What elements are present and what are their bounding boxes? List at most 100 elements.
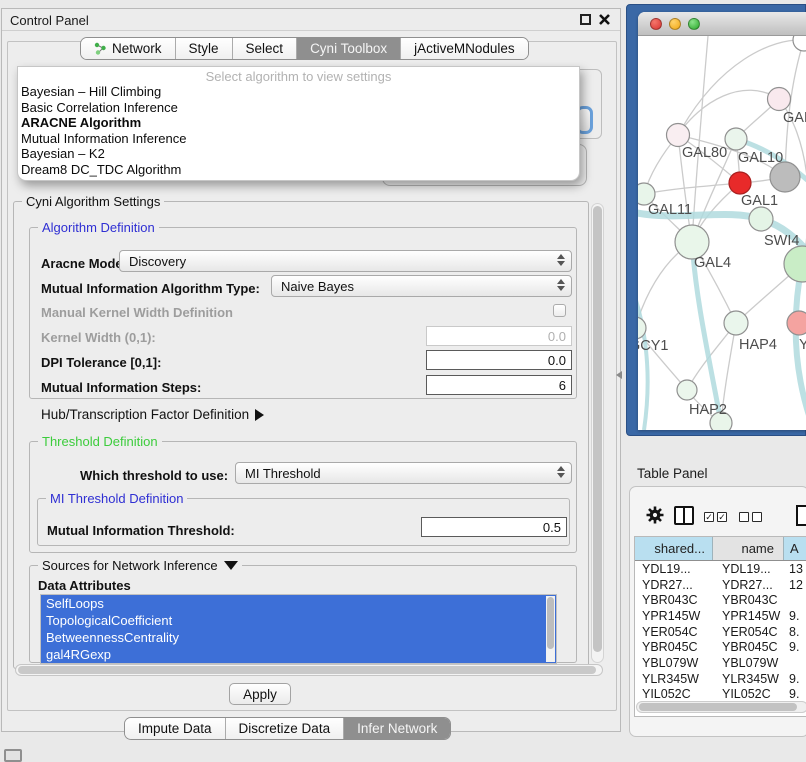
- table-cell[interactable]: YDL19...: [635, 562, 713, 576]
- table-cell[interactable]: YBR045C: [635, 640, 713, 654]
- tab-network[interactable]: Network: [81, 38, 176, 59]
- unchecked-checkbox-icon[interactable]: [739, 512, 749, 522]
- algorithm-option[interactable]: Mutual Information Inference: [18, 131, 579, 147]
- table-cell[interactable]: YIL052C: [635, 687, 713, 701]
- network-node[interactable]: [725, 128, 747, 150]
- table-row[interactable]: YBR043CYBR043C: [635, 592, 806, 608]
- table-row[interactable]: YPR145WYPR145W9.: [635, 608, 806, 624]
- table-horizontal-scrollbar[interactable]: [636, 701, 806, 713]
- network-node[interactable]: [677, 380, 697, 400]
- tab-discretize-data[interactable]: Discretize Data: [226, 718, 345, 739]
- network-window-titlebar[interactable]: [638, 12, 806, 36]
- settings-horizontal-scrollbar[interactable]: [15, 664, 603, 676]
- unchecked-checkbox-icon[interactable]: [752, 512, 762, 522]
- table-cell[interactable]: YLR345W: [635, 672, 713, 686]
- attribute-list-item[interactable]: TopologicalCoefficient: [41, 612, 556, 629]
- network-node[interactable]: [724, 311, 748, 335]
- mi-threshold-field[interactable]: 0.5: [421, 517, 567, 537]
- network-node[interactable]: [770, 162, 800, 192]
- attribute-list-item[interactable]: BetweennessCentrality: [41, 629, 556, 646]
- table-row[interactable]: YBL079WYBL079W: [635, 655, 806, 671]
- table-cell[interactable]: YDR27...: [713, 578, 784, 592]
- network-node[interactable]: [729, 172, 751, 194]
- table-row[interactable]: YIL052CYIL052C9.: [635, 687, 806, 703]
- close-traffic-light-icon[interactable]: [650, 18, 662, 30]
- attr-list-scrollbar[interactable]: [546, 596, 555, 662]
- table-cell[interactable]: 8.: [784, 625, 806, 639]
- dpi-tolerance-field[interactable]: 0.0: [426, 350, 572, 370]
- settings-vertical-scrollbar[interactable]: [591, 203, 604, 663]
- network-edge[interactable]: [785, 40, 804, 177]
- mi-algorithm-type-combo[interactable]: Naive Bayes: [271, 275, 572, 297]
- close-panel-icon[interactable]: [598, 13, 611, 26]
- sources-group-title[interactable]: Sources for Network Inference: [38, 558, 242, 573]
- data-attributes-list[interactable]: SelfLoopsTopologicalCoefficientBetweenne…: [40, 594, 557, 664]
- table-cell[interactable]: YBR045C: [713, 640, 784, 654]
- table-cell[interactable]: YPR145W: [635, 609, 713, 623]
- checked-checkbox-icon[interactable]: ✓: [717, 512, 727, 522]
- tab-jactivemnodules[interactable]: jActiveMNodules: [401, 38, 528, 59]
- network-node[interactable]: [787, 311, 806, 335]
- table-cell[interactable]: 9.: [784, 609, 806, 623]
- settings-hscroll-thumb[interactable]: [18, 666, 596, 674]
- table-cell[interactable]: 13: [784, 562, 806, 576]
- attribute-list-item[interactable]: gal4RGexp: [41, 646, 556, 663]
- collapsed-panel-icon[interactable]: [4, 749, 22, 762]
- column-split-icon[interactable]: [674, 506, 694, 525]
- network-node[interactable]: [675, 225, 709, 259]
- table-cell[interactable]: YPR145W: [713, 609, 784, 623]
- table-cell[interactable]: YBR043C: [713, 593, 784, 607]
- table-cell[interactable]: YBL079W: [635, 656, 713, 670]
- table-row[interactable]: YBR045CYBR045C9.: [635, 639, 806, 655]
- table-cell[interactable]: YLR345W: [713, 672, 784, 686]
- manual-kernel-width-checkbox[interactable]: [553, 304, 566, 317]
- table-cell[interactable]: 9.: [784, 672, 806, 686]
- tab-infer-network[interactable]: Infer Network: [344, 718, 450, 739]
- column-header-third[interactable]: A: [784, 537, 806, 560]
- table-cell[interactable]: YER054C: [635, 625, 713, 639]
- table-cell[interactable]: 12: [784, 578, 806, 592]
- network-node[interactable]: [667, 124, 690, 147]
- tab-impute-data[interactable]: Impute Data: [125, 718, 226, 739]
- table-row[interactable]: YDL19...YDL19...13: [635, 561, 806, 577]
- algorithm-option[interactable]: Bayesian – K2: [18, 146, 579, 162]
- table-hscroll-thumb[interactable]: [639, 703, 797, 711]
- mi-steps-field[interactable]: 6: [426, 375, 572, 395]
- algorithm-option[interactable]: ARACNE Algorithm: [18, 115, 579, 131]
- column-header-shared[interactable]: shared...: [635, 537, 713, 560]
- table-row[interactable]: YDR27...YDR27...12: [635, 577, 806, 593]
- minimize-traffic-light-icon[interactable]: [669, 18, 681, 30]
- aracne-mode-combo[interactable]: Discovery: [119, 250, 572, 272]
- settings-vscroll-thumb[interactable]: [593, 206, 602, 652]
- algorithm-option[interactable]: Bayesian – Hill Climbing: [18, 84, 579, 100]
- table-cell[interactable]: YER054C: [713, 625, 784, 639]
- apply-button[interactable]: Apply: [229, 683, 291, 705]
- kernel-width-field[interactable]: 0.0: [426, 326, 572, 346]
- column-header-name[interactable]: name: [713, 537, 784, 560]
- network-canvas[interactable]: GALGAL80GAL10GAL1GAL11SWI4GAL4GCY1HAP4YH…: [638, 36, 806, 430]
- which-threshold-combo[interactable]: MI Threshold: [235, 462, 572, 484]
- table-cell[interactable]: YDL19...: [713, 562, 784, 576]
- tab-cyni-toolbox[interactable]: Cyni Toolbox: [297, 38, 401, 59]
- gear-icon[interactable]: [645, 505, 665, 525]
- hub-definition-expander[interactable]: Hub/Transcription Factor Definition: [41, 407, 264, 422]
- table-row[interactable]: YLR345WYLR345W9.: [635, 671, 806, 687]
- table-cell[interactable]: 9.: [784, 687, 806, 701]
- algorithm-option[interactable]: Dream8 DC_TDC Algorithm: [18, 162, 579, 178]
- network-edge[interactable]: [644, 183, 740, 194]
- checked-checkbox-icon[interactable]: ✓: [704, 512, 714, 522]
- network-edge[interactable]: [638, 288, 648, 430]
- tab-select[interactable]: Select: [233, 38, 298, 59]
- float-panel-icon[interactable]: [580, 14, 591, 25]
- attribute-list-item[interactable]: SelfLoops: [41, 595, 556, 612]
- table-cell[interactable]: 9.: [784, 640, 806, 654]
- network-node[interactable]: [749, 207, 773, 231]
- network-node[interactable]: [793, 36, 806, 51]
- table-cell[interactable]: YIL052C: [713, 687, 784, 701]
- table-cell[interactable]: YBL079W: [713, 656, 784, 670]
- table-cell[interactable]: YDR27...: [635, 578, 713, 592]
- algorithm-option[interactable]: Basic Correlation Inference: [18, 100, 579, 116]
- table-row[interactable]: YER054CYER054C8.: [635, 624, 806, 640]
- splitter-collapse-icon[interactable]: [616, 371, 622, 379]
- zoom-traffic-light-icon[interactable]: [688, 18, 700, 30]
